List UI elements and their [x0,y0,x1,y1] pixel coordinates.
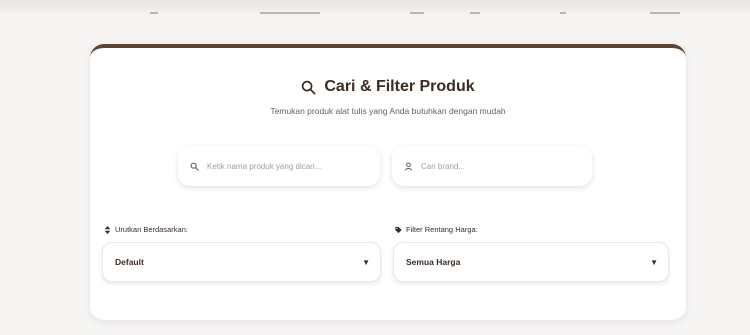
sort-selected-value: Default [115,257,144,267]
speck [410,12,424,14]
brand-search-placeholder: Cari brand... [421,161,466,171]
speck [150,12,158,14]
title-text: Cari & Filter Produk [324,78,475,95]
tag-icon [395,226,402,233]
top-strip [0,0,750,16]
speck [560,12,566,14]
price-selected-value: Semua Harga [406,257,461,267]
sort-label-text: Urutkan Berdasarkan: [115,225,188,234]
user-icon [404,161,413,171]
sort-label: Urutkan Berdasarkan: [104,225,188,234]
chevron-down-icon: ▼ [650,257,658,267]
search-icon [190,162,199,171]
price-filter-select[interactable]: Semua Harga ▼ [393,242,669,282]
brand-search-input[interactable]: Cari brand... [392,146,592,186]
chevron-down-icon: ▼ [362,257,370,267]
product-search-input[interactable]: Ketik nama produk yang dicari... [178,146,380,186]
speck [650,12,680,14]
price-filter-label-text: Filter Rentang Harga: [406,225,478,234]
price-filter-label: Filter Rentang Harga: [395,225,478,234]
search-icon [302,80,316,94]
subtitle: Temukan produk alat tulis yang Anda butu… [270,106,506,116]
product-search-placeholder: Ketik nama produk yang dicari... [207,161,322,171]
speck [260,12,320,14]
sort-icon [104,225,111,234]
sort-select[interactable]: Default ▼ [102,242,381,282]
page-title: Cari & Filter Produk [90,78,686,96]
speck [470,12,480,14]
search-filter-card: Cari & Filter Produk Temukan produk alat… [90,44,686,320]
